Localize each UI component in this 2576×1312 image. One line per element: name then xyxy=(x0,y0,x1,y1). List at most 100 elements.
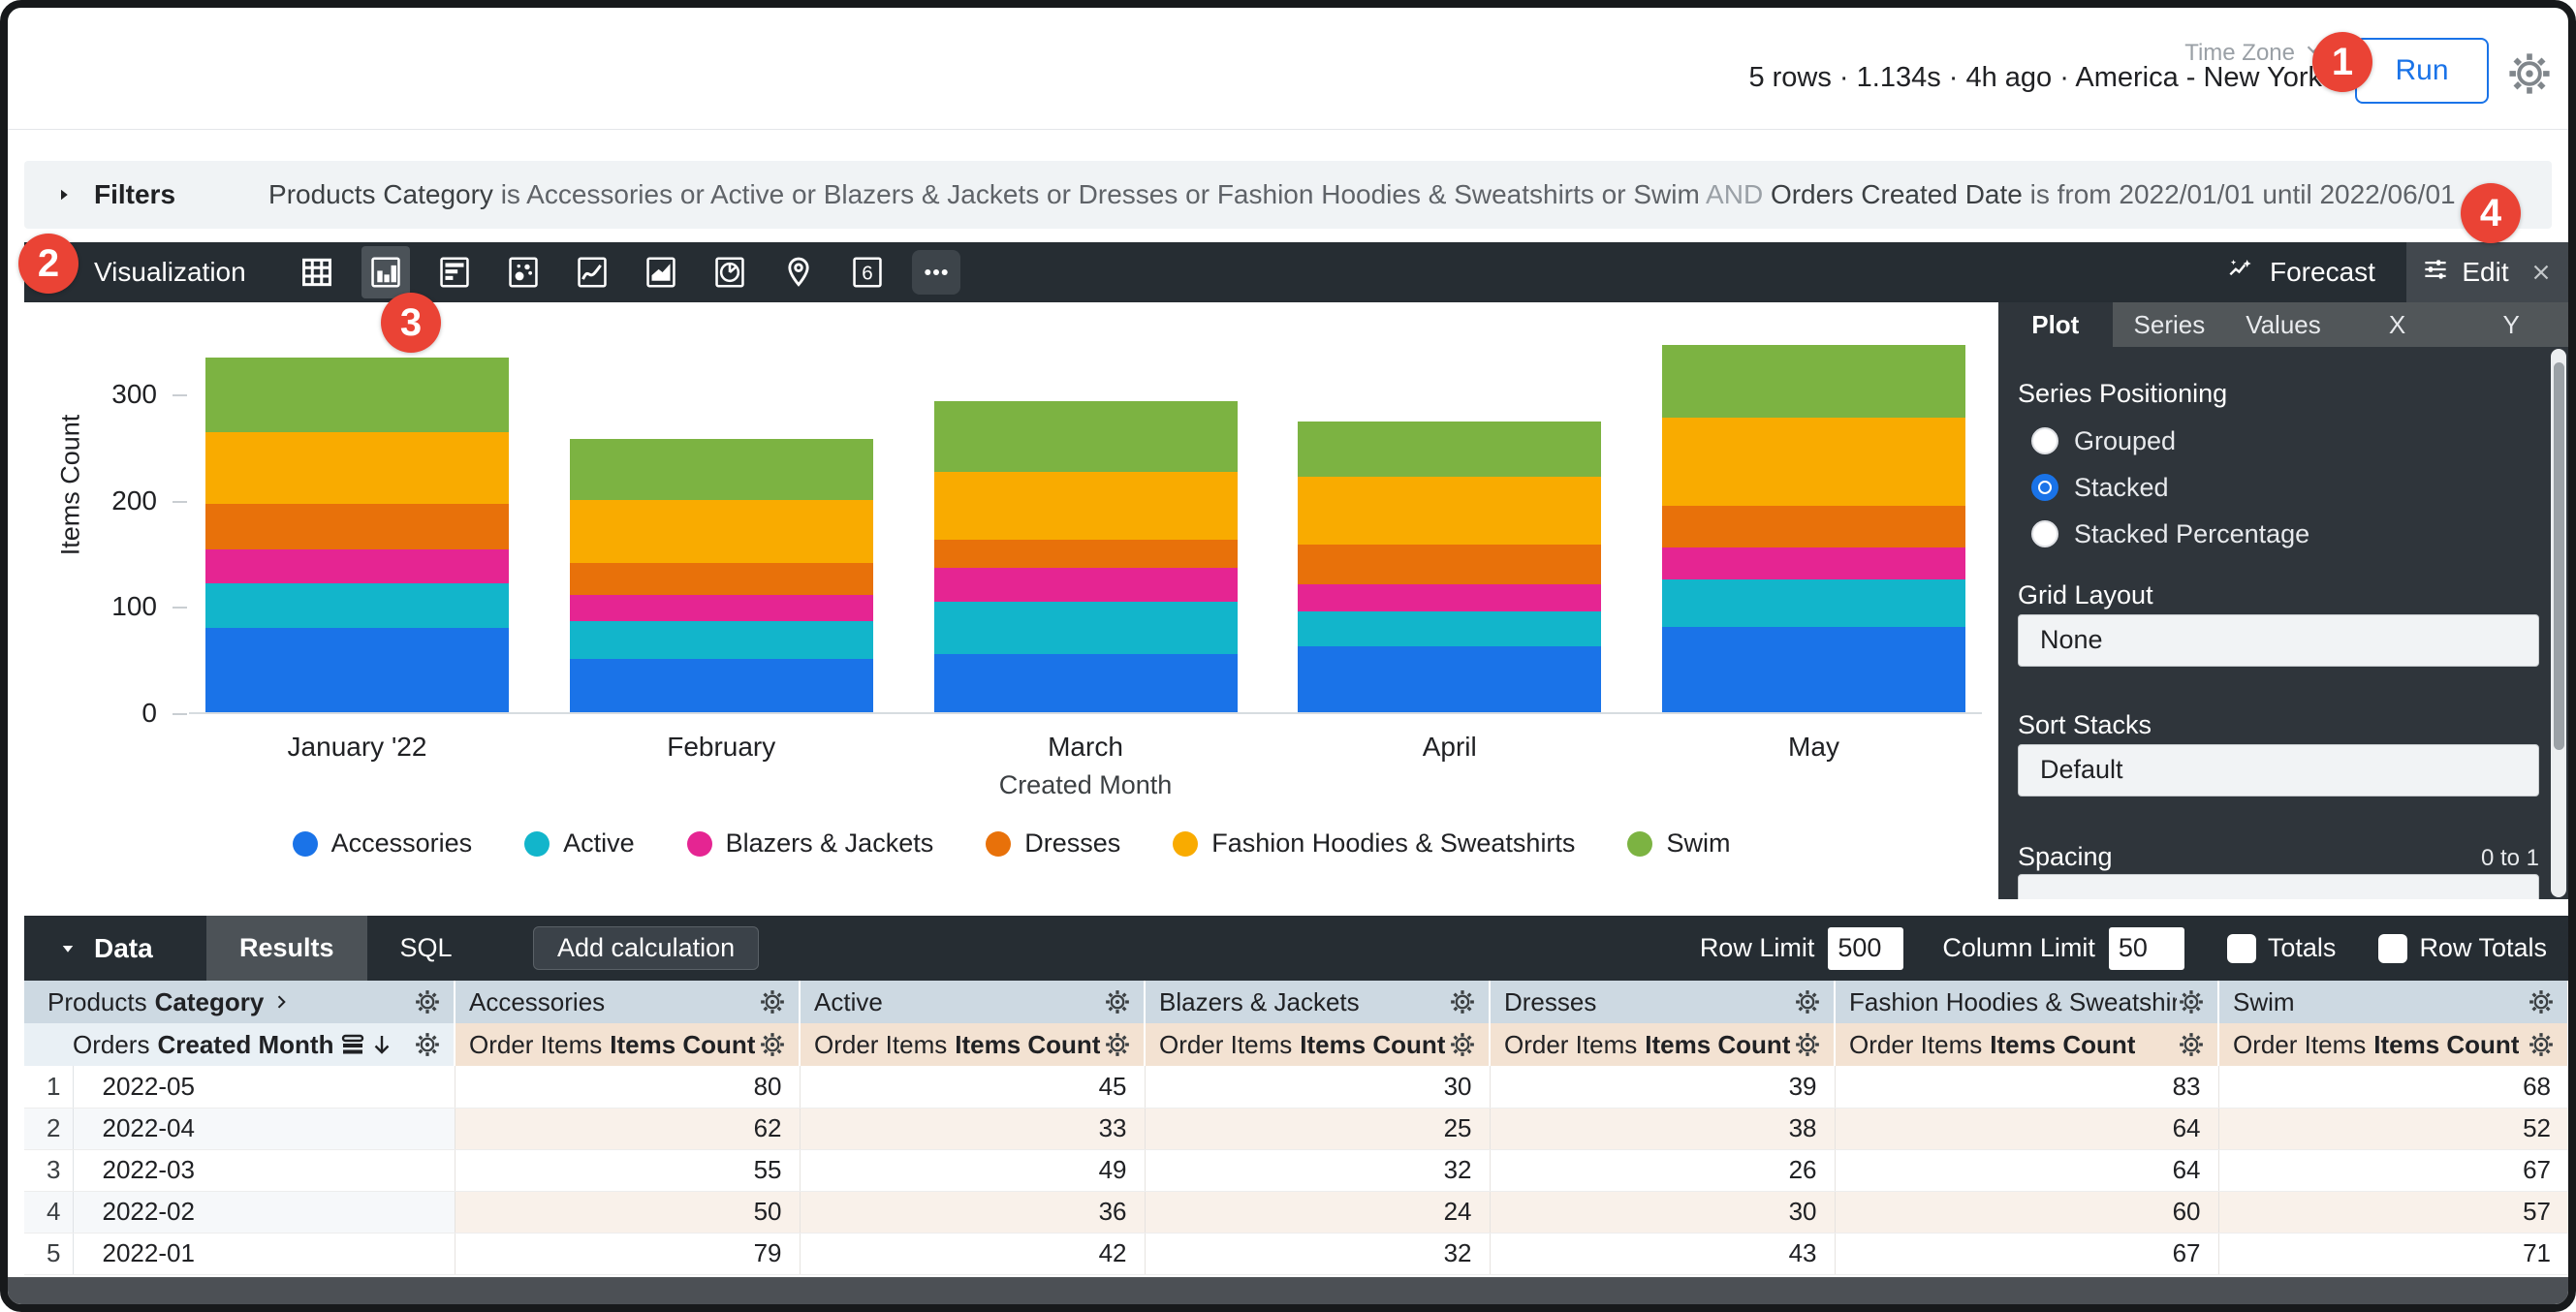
subheader-order-items-items-count[interactable]: Order Items Items Count xyxy=(1490,1023,1835,1066)
edit-button[interactable]: Edit xyxy=(2406,242,2568,302)
tab-results[interactable]: Results xyxy=(206,916,367,981)
single-value-icon[interactable]: 6 xyxy=(843,246,892,298)
column-limit-input[interactable] xyxy=(2109,927,2184,970)
row-totals-checkbox[interactable] xyxy=(2378,934,2407,963)
cell-items-count[interactable]: 57 xyxy=(2218,1191,2568,1233)
column-chart-icon[interactable] xyxy=(361,246,410,298)
scatter-chart-icon[interactable] xyxy=(499,246,548,298)
cell-created-month[interactable]: 2022-03 xyxy=(73,1149,455,1191)
column-gear-icon[interactable] xyxy=(1793,987,1822,1016)
column-gear-icon[interactable] xyxy=(2177,1030,2206,1059)
cell-items-count[interactable]: 68 xyxy=(2218,1066,2568,1108)
column-header-fashion-hoodies-sweatshirts[interactable]: Fashion Hoodies & Sweatshirts xyxy=(1835,981,2218,1023)
cell-items-count[interactable]: 43 xyxy=(1490,1233,1835,1274)
data-title[interactable]: Data xyxy=(94,933,153,964)
column-gear-icon[interactable] xyxy=(758,987,787,1016)
radio-stacked[interactable]: Stacked xyxy=(2018,471,2539,504)
cell-items-count[interactable]: 64 xyxy=(1835,1149,2218,1191)
map-icon[interactable] xyxy=(774,246,823,298)
tab-x[interactable]: X xyxy=(2340,302,2455,347)
cell-items-count[interactable]: 32 xyxy=(1145,1233,1490,1274)
radio-unselected-icon[interactable] xyxy=(2031,520,2058,547)
cell-items-count[interactable]: 80 xyxy=(455,1066,800,1108)
column-header-active[interactable]: Active xyxy=(800,981,1145,1023)
filters-title[interactable]: Filters xyxy=(94,179,175,210)
column-gear-icon[interactable] xyxy=(1103,1030,1132,1059)
add-calculation-button[interactable]: Add calculation xyxy=(533,926,759,970)
legend-item[interactable]: Fashion Hoodies & Sweatshirts xyxy=(1173,828,1575,859)
cell-items-count[interactable]: 32 xyxy=(1145,1149,1490,1191)
column-gear-icon[interactable] xyxy=(2527,1030,2556,1059)
subheader-orders-created-month[interactable]: Orders Created Month xyxy=(24,1023,455,1066)
cell-items-count[interactable]: 36 xyxy=(800,1191,1145,1233)
tab-plot[interactable]: Plot xyxy=(1998,302,2113,347)
column-header-dresses[interactable]: Dresses xyxy=(1490,981,1835,1023)
subheader-order-items-items-count[interactable]: Order Items Items Count xyxy=(2218,1023,2568,1066)
line-chart-icon[interactable] xyxy=(568,246,616,298)
cell-items-count[interactable]: 30 xyxy=(1145,1066,1490,1108)
radio-grouped[interactable]: Grouped xyxy=(2018,424,2539,457)
column-header-blazers-jackets[interactable]: Blazers & Jackets xyxy=(1145,981,1490,1023)
legend-item[interactable]: Accessories xyxy=(293,828,473,859)
cell-items-count[interactable]: 71 xyxy=(2218,1233,2568,1274)
close-icon[interactable] xyxy=(2529,260,2554,285)
settings-gear-icon[interactable] xyxy=(2504,48,2555,104)
cell-items-count[interactable]: 33 xyxy=(800,1108,1145,1149)
bar-chart-icon[interactable] xyxy=(430,246,479,298)
tab-sql[interactable]: SQL xyxy=(367,916,486,981)
legend-item[interactable]: Active xyxy=(524,828,635,859)
legend-item[interactable]: Blazers & Jackets xyxy=(687,828,934,859)
grid-layout-select[interactable]: None xyxy=(2018,614,2539,667)
tab-series[interactable]: Series xyxy=(2113,302,2227,347)
cell-items-count[interactable]: 49 xyxy=(800,1149,1145,1191)
sort-descending-icon[interactable] xyxy=(341,1032,397,1057)
column-gear-icon[interactable] xyxy=(1103,987,1132,1016)
radio-stacked-percentage[interactable]: Stacked Percentage xyxy=(2018,517,2539,550)
cell-items-count[interactable]: 83 xyxy=(1835,1066,2218,1108)
panel-scrollbar[interactable] xyxy=(2551,349,2566,897)
pie-chart-icon[interactable] xyxy=(706,246,754,298)
legend-item[interactable]: Swim xyxy=(1627,828,1730,859)
cell-items-count[interactable]: 45 xyxy=(800,1066,1145,1108)
row-limit-input[interactable] xyxy=(1828,927,1903,970)
cell-items-count[interactable]: 62 xyxy=(455,1108,800,1149)
cell-items-count[interactable]: 67 xyxy=(2218,1149,2568,1191)
cell-items-count[interactable]: 79 xyxy=(455,1233,800,1274)
bottom-scroll-area[interactable] xyxy=(8,1277,2568,1308)
sort-stacks-select[interactable]: Default xyxy=(2018,744,2539,797)
data-collapse-icon[interactable] xyxy=(59,940,77,957)
subheader-order-items-items-count[interactable]: Order Items Items Count xyxy=(455,1023,800,1066)
subheader-order-items-items-count[interactable]: Order Items Items Count xyxy=(800,1023,1145,1066)
run-button[interactable]: Run xyxy=(2355,38,2489,104)
cell-items-count[interactable]: 52 xyxy=(2218,1108,2568,1149)
area-chart-icon[interactable] xyxy=(637,246,685,298)
cell-items-count[interactable]: 64 xyxy=(1835,1108,2218,1149)
column-header-products-category[interactable]: Products Category xyxy=(24,981,455,1023)
column-gear-icon[interactable] xyxy=(413,987,442,1016)
cell-items-count[interactable]: 50 xyxy=(455,1191,800,1233)
tab-values[interactable]: Values xyxy=(2226,302,2340,347)
column-header-swim[interactable]: Swim xyxy=(2218,981,2568,1023)
spacing-input[interactable] xyxy=(2018,874,2539,899)
forecast-button[interactable]: Forecast xyxy=(2225,242,2375,302)
column-gear-icon[interactable] xyxy=(1448,987,1477,1016)
radio-unselected-icon[interactable] xyxy=(2031,427,2058,454)
cell-items-count[interactable]: 60 xyxy=(1835,1191,2218,1233)
legend-item[interactable]: Dresses xyxy=(986,828,1120,859)
column-gear-icon[interactable] xyxy=(2177,987,2206,1016)
cell-items-count[interactable]: 42 xyxy=(800,1233,1145,1274)
visualization-title[interactable]: Visualization xyxy=(94,257,246,288)
column-gear-icon[interactable] xyxy=(758,1030,787,1059)
column-gear-icon[interactable] xyxy=(1793,1030,1822,1059)
cell-items-count[interactable]: 39 xyxy=(1490,1066,1835,1108)
tab-y[interactable]: Y xyxy=(2454,302,2568,347)
cell-items-count[interactable]: 67 xyxy=(1835,1233,2218,1274)
cell-items-count[interactable]: 30 xyxy=(1490,1191,1835,1233)
totals-checkbox[interactable] xyxy=(2227,934,2256,963)
cell-items-count[interactable]: 26 xyxy=(1490,1149,1835,1191)
cell-created-month[interactable]: 2022-01 xyxy=(73,1233,455,1274)
radio-selected-icon[interactable] xyxy=(2031,474,2058,501)
column-gear-icon[interactable] xyxy=(1448,1030,1477,1059)
filters-expand-icon[interactable] xyxy=(55,186,73,203)
table-icon[interactable] xyxy=(293,246,341,298)
